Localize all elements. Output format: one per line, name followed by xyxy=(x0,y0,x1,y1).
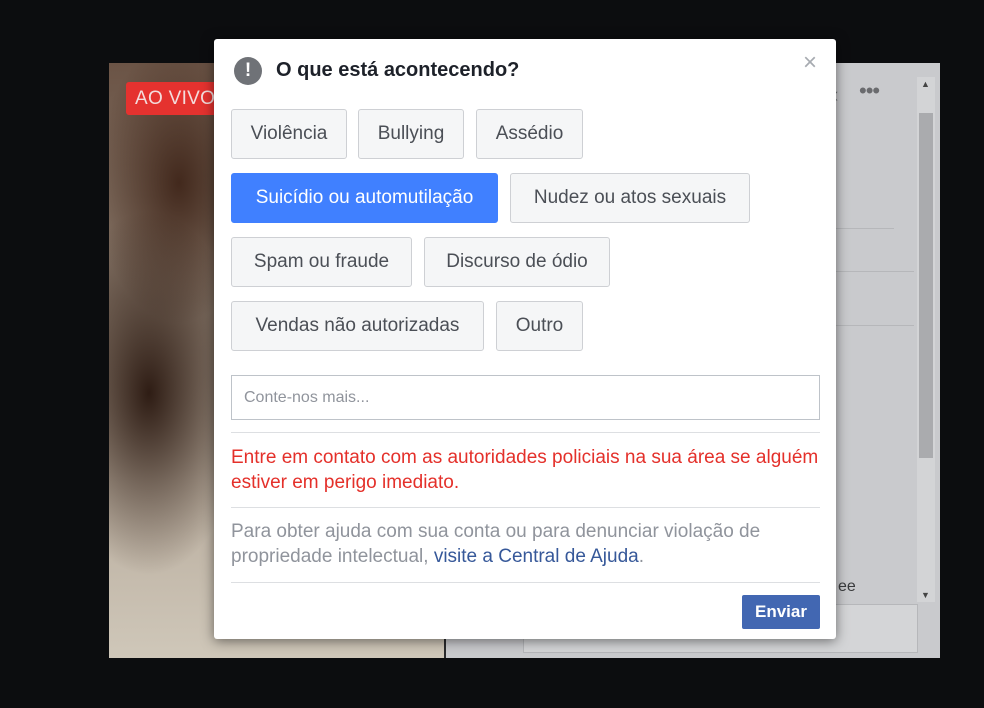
report-option[interactable]: Violência xyxy=(231,109,347,159)
report-option[interactable]: Discurso de ódio xyxy=(424,237,610,287)
report-option[interactable]: Bullying xyxy=(358,109,464,159)
report-option[interactable]: Vendas não autorizadas xyxy=(231,301,484,351)
close-button[interactable]: × xyxy=(800,51,820,75)
emergency-warning: Entre em contato com as autoridades poli… xyxy=(231,447,819,493)
help-text-suffix: . xyxy=(638,546,644,567)
help-center-link[interactable]: visite a Central de Ajuda xyxy=(434,546,639,567)
report-option[interactable]: Outro xyxy=(496,301,583,351)
send-button[interactable]: Enviar xyxy=(742,595,820,629)
dialog-header: ! O que está acontecendo? × xyxy=(234,51,817,87)
divider xyxy=(231,432,820,433)
divider xyxy=(231,582,820,583)
report-option[interactable]: Suicídio ou automutilação xyxy=(231,173,498,223)
details-input[interactable] xyxy=(231,375,820,420)
scrollbar: ▲ ▼ xyxy=(917,77,935,602)
live-badge: AO VIVO xyxy=(126,82,225,115)
report-dialog: ! O que está acontecendo? × Violência Bul… xyxy=(214,39,836,639)
report-option[interactable]: Assédio xyxy=(476,109,583,159)
help-text: Para obter ajuda com sua conta ou para d… xyxy=(231,519,820,569)
more-options-icon: ••• xyxy=(859,78,880,103)
report-option[interactable]: Nudez ou atos sexuais xyxy=(510,173,750,223)
scroll-thumb xyxy=(919,113,933,458)
comment-text-fragment: ee xyxy=(838,578,856,595)
exclamation-circle-icon: ! xyxy=(234,57,262,85)
scroll-down-icon: ▼ xyxy=(921,590,930,600)
report-option[interactable]: Spam ou fraude xyxy=(231,237,412,287)
scroll-up-icon: ▲ xyxy=(921,79,930,89)
divider xyxy=(231,507,820,508)
dialog-title: O que está acontecendo? xyxy=(276,59,520,81)
